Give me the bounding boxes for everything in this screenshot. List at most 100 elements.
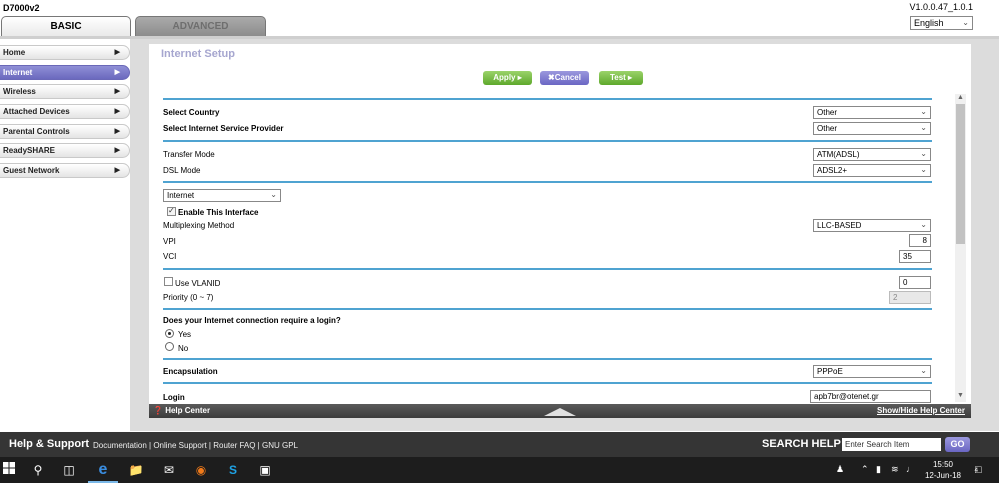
nav-label: Attached Devices (3, 107, 70, 117)
nav-label: Wireless (3, 87, 36, 97)
search-help-label: SEARCH HELP (762, 438, 841, 450)
help-center-link[interactable]: ❓ Help Center (153, 404, 210, 418)
nav-item-parental-controls[interactable]: Parental Controls ▶ (0, 123, 130, 139)
chevron-down-icon: ⌄ (920, 123, 927, 132)
dsl-mode-value: ADSL2+ (817, 166, 848, 175)
login-yes-radio[interactable] (165, 329, 174, 338)
enable-interface-checkbox[interactable] (167, 206, 176, 216)
help-circle-icon: ❓ (153, 406, 163, 415)
nav-item-home[interactable]: Home ▶ (0, 45, 130, 60)
skype-icon[interactable]: S (224, 461, 242, 479)
tab-basic[interactable]: BASIC (1, 16, 131, 37)
photos-icon[interactable]: ▣ (256, 461, 274, 479)
people-icon[interactable]: ♟ (836, 464, 844, 475)
dsl-mode-label: DSL Mode (163, 166, 201, 175)
vci-input[interactable]: 35 (899, 250, 931, 263)
arrow-right-icon: ▶ (114, 147, 120, 155)
interface-value: Internet (167, 191, 195, 200)
mail-icon[interactable]: ✉ (160, 461, 178, 479)
task-view-icon[interactable]: ◫ (60, 461, 78, 479)
go-button[interactable]: GO (945, 437, 970, 452)
edge-browser-icon[interactable]: e (88, 461, 118, 483)
expand-help-icon[interactable] (544, 408, 576, 416)
left-nav: Home ▶ Internet ▶ Wireless ▶ Attached Devic… (0, 45, 130, 183)
help-center-label: Help Center (165, 406, 211, 415)
transfer-mode-value: ATM(ADSL) (817, 150, 860, 159)
login-input[interactable]: apb7br@otenet.gr (810, 390, 931, 403)
use-vlanid-checkbox[interactable] (164, 277, 173, 286)
show-hide-help-link[interactable]: Show/Hide Help Center (877, 404, 965, 418)
chevron-up-icon[interactable]: ⌃ (861, 464, 869, 475)
nav-label: Internet (3, 67, 33, 77)
nav-label: Parental Controls (3, 126, 70, 136)
tab-advanced[interactable]: ADVANCED (135, 16, 266, 37)
isp-label: Select Internet Service Provider (163, 124, 284, 133)
multiplexing-select[interactable]: LLC-BASED ⌄ (813, 219, 931, 232)
clock-date: 12-Jun-18 (924, 471, 962, 480)
footer-links[interactable]: Documentation | Online Support | Router … (93, 441, 298, 450)
priority-input[interactable]: 2 (889, 291, 931, 304)
vpi-input[interactable]: 8 (909, 234, 931, 247)
wifi-icon[interactable]: ≋ (891, 464, 899, 475)
nav-item-readyshare[interactable]: ReadySHARE ▶ (0, 143, 130, 159)
nav-item-internet[interactable]: Internet ▶ (0, 64, 130, 80)
scroll-down-icon[interactable]: ▼ (955, 392, 966, 402)
dsl-mode-select[interactable]: ADSL2+ ⌄ (813, 164, 931, 177)
nav-item-guest-network[interactable]: Guest Network ▶ (0, 163, 130, 179)
login-no-radio[interactable] (165, 342, 174, 351)
section-divider (163, 98, 932, 100)
country-label: Select Country (163, 108, 220, 117)
arrow-right-icon: ▶ (114, 68, 120, 76)
nav-item-attached-devices[interactable]: Attached Devices ▶ (0, 104, 130, 120)
battery-icon[interactable]: ▮ (876, 464, 881, 475)
scroll-thumb[interactable] (956, 104, 965, 244)
arrow-right-icon: ▶ (114, 49, 120, 56)
login-label: Login (163, 393, 185, 402)
nav-item-wireless[interactable]: Wireless ▶ (0, 84, 130, 100)
windows-taskbar: ⚲ ◫ e 📁 ✉ ◉ S ▣ ♟ ⌃ ▮ ≋ ♩ 15:50 12-Jun-1… (0, 457, 999, 483)
section-divider (163, 358, 932, 360)
isp-value: Other (817, 124, 838, 133)
use-vlanid-label: Use VLANID (175, 279, 221, 288)
taskbar-clock[interactable]: 15:50 12-Jun-18 (917, 459, 969, 481)
chevron-down-icon: ⌄ (920, 149, 927, 158)
chevron-down-icon: ⌄ (920, 107, 927, 116)
search-input[interactable]: Enter Search Item (842, 438, 941, 451)
priority-label: Priority (0 ~ 7) (163, 293, 214, 302)
chevron-down-icon: ⌄ (920, 165, 927, 174)
isp-select[interactable]: Other ⌄ (813, 122, 931, 135)
firmware-version: V1.0.0.47_1.0.1 (909, 2, 973, 12)
multiplexing-label: Multiplexing Method (163, 221, 235, 230)
vlanid-input[interactable]: 0 (899, 276, 931, 289)
section-divider (163, 308, 932, 310)
file-explorer-icon[interactable]: 📁 (127, 461, 145, 479)
language-select[interactable]: English ⌄ (910, 16, 973, 30)
country-value: Other (817, 108, 838, 117)
language-value: English (914, 18, 944, 28)
internet-setup-panel: Internet Setup Apply ▸ ✖Cancel Test ▸ Se… (149, 44, 971, 404)
notification-center-icon[interactable]: □4 (975, 464, 985, 476)
login-no-label: No (178, 344, 189, 353)
encapsulation-value: PPPoE (817, 367, 843, 376)
encapsulation-select[interactable]: PPPoE ⌄ (813, 365, 931, 378)
scroll-up-icon[interactable]: ▲ (955, 94, 966, 104)
arrow-right-icon: ▶ (114, 127, 120, 135)
section-divider (163, 268, 932, 270)
notification-count: 4 (974, 468, 978, 474)
country-select[interactable]: Other ⌄ (813, 106, 931, 119)
form-scrollbar[interactable]: ▲ ▼ (955, 94, 966, 402)
login-yes-label: Yes (178, 330, 192, 339)
form-content: Select Country Other ⌄ Select Internet Se… (163, 44, 932, 404)
volume-icon[interactable]: ♩ (906, 464, 915, 474)
windows-start-icon[interactable] (0, 461, 18, 479)
chevron-down-icon: ⌄ (962, 18, 969, 27)
arrow-right-icon: ▶ (114, 108, 120, 116)
interface-select[interactable]: Internet ⌄ (163, 189, 281, 202)
model-name: D7000v2 (3, 3, 40, 13)
arrow-right-icon: ▶ (114, 88, 120, 96)
footer-title: Help & Support (9, 438, 90, 450)
transfer-mode-select[interactable]: ATM(ADSL) ⌄ (813, 148, 931, 161)
firefox-icon[interactable]: ◉ (192, 461, 210, 479)
search-icon[interactable]: ⚲ (29, 461, 47, 479)
chevron-down-icon: ⌄ (920, 366, 927, 375)
